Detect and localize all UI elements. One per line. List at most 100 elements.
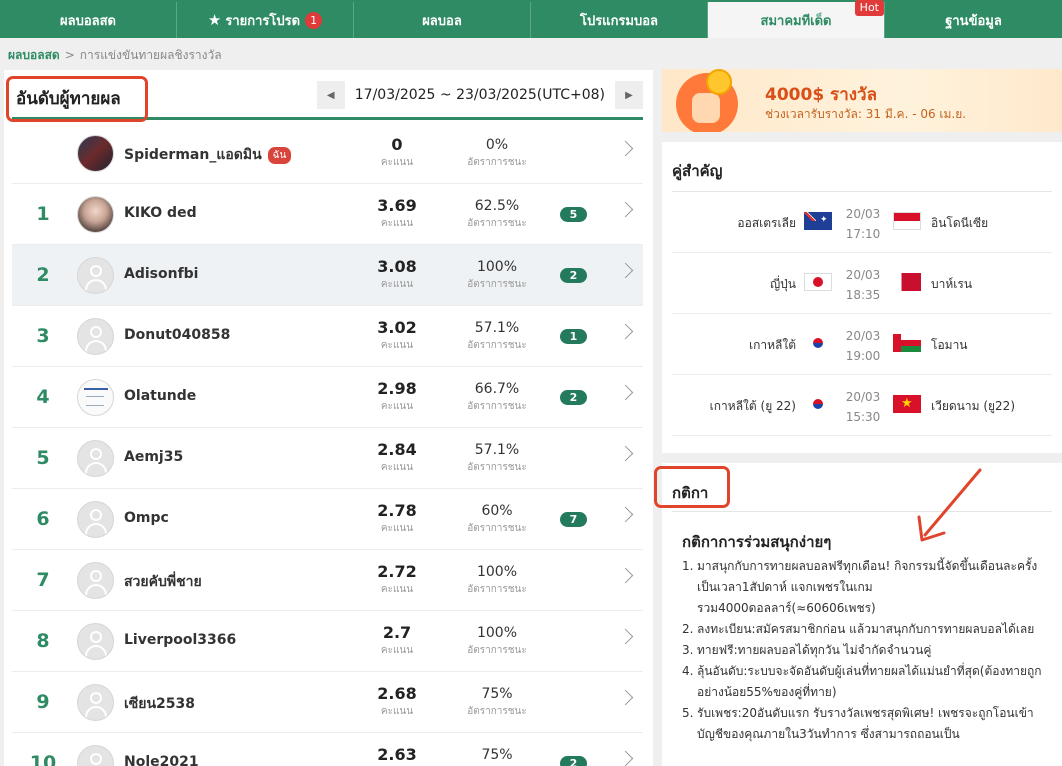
- leaderboard-row[interactable]: 9 เซียน2538 2.68 คะแนน 75% อัตราการชนะ: [12, 672, 643, 733]
- chevron-right-icon[interactable]: [617, 628, 634, 645]
- chevron-right-icon[interactable]: [617, 323, 634, 340]
- home-team: ญี่ปุ่น: [769, 277, 796, 291]
- rule-item: 5. รับเพชร:20อันดับแรก รับรางวัลเพชรสุดพิ…: [682, 703, 1054, 745]
- chevron-right-icon[interactable]: [617, 140, 634, 157]
- win-rate-value: 60%: [481, 503, 513, 519]
- prev-week-button[interactable]: ◀: [316, 81, 345, 109]
- win-rate-value: 62.5%: [474, 198, 520, 214]
- score-label: คะแนน: [380, 645, 414, 656]
- score-cell: 2.78 คะแนน: [362, 501, 432, 536]
- home-flag-icon: [804, 334, 832, 352]
- score-label: คะแนน: [380, 340, 414, 351]
- streak-badge: 2: [560, 756, 587, 766]
- leaderboard-row[interactable]: 1 KIKO ded 3.69 คะแนน 62.5% อัตราการชนะ 5: [12, 184, 643, 245]
- user-icon-body: [85, 706, 107, 720]
- streak-badge: 2: [560, 268, 587, 283]
- chevron-right-icon[interactable]: [617, 445, 634, 462]
- rule-text: ลุ้นอันดับ:ระบบจะจัดอันดับผู้เล่นที่ทายผ…: [697, 664, 1042, 699]
- next-week-button[interactable]: ▶: [615, 81, 643, 109]
- leaderboard-row[interactable]: 10 Nole2021 2.63คะแนน 75%อัตราการชนะ 2: [12, 733, 643, 766]
- tab-database[interactable]: ฐานข้อมูล: [885, 2, 1062, 38]
- rule-number: 3.: [682, 643, 694, 657]
- chevron-right-icon[interactable]: [617, 567, 634, 584]
- away-team: อินโดนีเซีย: [931, 216, 989, 230]
- rules-subtitle: กติกาการร่วมสนุกง่ายๆ: [682, 533, 832, 551]
- away-team: บาห์เรน: [931, 277, 973, 291]
- user-icon-body: [85, 279, 107, 293]
- rule-item: 2. ลงทะเบียน:สมัครสมาชิกก่อน แล้วมาสนุกกั…: [682, 619, 1054, 640]
- chevron-right-icon[interactable]: [617, 262, 634, 279]
- tab-live-scores[interactable]: ผลบอลสด: [0, 2, 177, 38]
- streak-badge: 5: [560, 207, 587, 222]
- tab-label: ฐานข้อมูล: [945, 13, 1002, 29]
- prize-banner[interactable]: 4000$ รางวัล ช่วงเวลารับรางวัล: 31 มี.ค.…: [662, 69, 1062, 132]
- rank-number: 1: [36, 203, 50, 225]
- username-text: Spiderman_แอดมิน: [124, 147, 262, 163]
- banner-title: 4000$ รางวัล: [765, 85, 878, 105]
- username-text: Liverpool3366: [124, 632, 237, 648]
- rank-number: 8: [36, 630, 50, 652]
- win-rate-label: อัตราการชนะ: [467, 706, 527, 717]
- leaderboard-row[interactable]: 7 สวยคับพี่ชาย 2.72 คะแนน 100% อัตราการชนะ: [12, 550, 643, 611]
- leaderboard-row[interactable]: Spiderman_แอดมิน ฉัน 0 คะแนน 0% อัตราการชนะ: [12, 123, 643, 184]
- rule-item: 3. ทายฟรี:ทายผลบอลได้ทุกวัน ไม่จำกัดจำนวน…: [682, 640, 1054, 661]
- leaderboard-row[interactable]: 4 Olatunde 2.98 คะแนน 66.7% อัตราการชนะ 2: [12, 367, 643, 428]
- score-cell: 2.68 คะแนน: [362, 684, 432, 719]
- coin-icon: [706, 69, 732, 95]
- breadcrumb-home-link[interactable]: ผลบอลสด: [8, 48, 60, 62]
- breadcrumb: ผลบอลสด > การแข่งขันทายผลชิงรางวัล: [8, 46, 222, 65]
- score-label: คะแนน: [380, 584, 414, 595]
- username-text: Ompc: [124, 510, 169, 526]
- rule-number: 4.: [682, 664, 694, 678]
- match-row[interactable]: ญี่ปุ่น 20/03 18:35 บาห์เรน: [672, 253, 1052, 314]
- tab-label: ผลบอล: [422, 13, 462, 29]
- match-row[interactable]: เกาหลีใต้ 20/03 19:00 โอมาน: [672, 314, 1052, 375]
- score-label: คะแนน: [380, 462, 414, 473]
- caret-left-icon: ◀: [326, 89, 335, 101]
- leaderboard-row[interactable]: 5 Aemj35 2.84 คะแนน 57.1% อัตราการชนะ: [12, 428, 643, 489]
- chevron-right-icon[interactable]: [617, 506, 634, 523]
- rule-item: 4. ลุ้นอันดับ:ระบบจะจัดอันดับผู้เล่นที่ทา…: [682, 661, 1054, 703]
- win-rate-cell: 62.5% อัตราการชนะ: [452, 198, 542, 231]
- win-rate-label: อัตราการชนะ: [467, 401, 527, 412]
- tab-tipsters[interactable]: สมาคมทีเด็ด Hot: [708, 0, 885, 38]
- match-row[interactable]: ออสเตรเลีย 20/03 17:10 อินโดนีเซีย: [672, 192, 1052, 253]
- breadcrumb-current: การแข่งขันทายผลชิงรางวัล: [79, 48, 222, 62]
- match-time: 19:00: [845, 349, 881, 363]
- leaderboard-row[interactable]: 3 Donut040858 3.02 คะแนน 57.1% อัตราการชนะ 1: [12, 306, 643, 367]
- star-icon: ★: [207, 11, 222, 29]
- username: Adisonfbi: [124, 266, 198, 282]
- chevron-right-icon[interactable]: [617, 384, 634, 401]
- match-datetime: 20/03 15:30: [838, 387, 888, 427]
- leaderboard-row[interactable]: 8 Liverpool3366 2.7 คะแนน 100% อัตราการชนะ: [12, 611, 643, 672]
- leaderboard-row[interactable]: 6 Ompc 2.78 คะแนน 60% อัตราการชนะ 7: [12, 489, 643, 550]
- tab-results[interactable]: ผลบอล: [354, 2, 531, 38]
- user-icon-head: [90, 570, 102, 582]
- tab-favorites[interactable]: ★ รายการโปรด 1: [177, 2, 354, 38]
- score-value: 2.68: [377, 684, 417, 703]
- win-rate-label: อัตราการชนะ: [467, 523, 527, 534]
- score-cell: 3.02 คะแนน: [362, 318, 432, 353]
- leaderboard-list: Spiderman_แอดมิน ฉัน 0 คะแนน 0% อัตราการชนะ 1 K…: [12, 123, 643, 766]
- chevron-right-icon[interactable]: [617, 689, 634, 706]
- match-row[interactable]: เกาหลีใต้ (ยู 22) 20/03 15:30 เวียดนาม (ยู2…: [672, 375, 1052, 436]
- key-matches-panel: คู่สำคัญ ออสเตรเลีย 20/03 17:10 อินโดนีเซีย…: [662, 142, 1062, 453]
- chevron-right-icon[interactable]: [617, 201, 634, 218]
- tab-fixtures[interactable]: โปรแกรมบอล: [531, 2, 708, 38]
- avatar: [77, 196, 114, 233]
- username-text: Nole2021: [124, 754, 199, 766]
- away-flag-icon: [893, 212, 921, 230]
- avatar: [77, 684, 114, 721]
- chevron-right-icon[interactable]: [617, 750, 634, 766]
- score-value: 2.98: [377, 379, 417, 398]
- leaderboard-row[interactable]: 2 Adisonfbi 3.08 คะแนน 100% อัตราการชนะ 2: [12, 245, 643, 306]
- username-text: Olatunde: [124, 388, 197, 404]
- match-date: 20/03: [845, 390, 881, 404]
- win-rate-value: 75%: [481, 747, 513, 763]
- tab-label: สมาคมทีเด็ด: [760, 13, 832, 29]
- rule-text: รับเพชร:20อันดับแรก รับรางวัลเพชรสุดพิเศ…: [697, 706, 1034, 741]
- win-rate-value: 75%: [481, 686, 513, 702]
- leaderboard-panel: อันดับผู้ทายผล ◀ 17/03/2025 ~ 23/03/2025…: [4, 70, 653, 766]
- rules-list: 1. มาสนุกกับการทายผลบอลฟรีทุกเดือน! กิจกร…: [682, 556, 1054, 745]
- date-navigator: ◀ 17/03/2025 ~ 23/03/2025(UTC+08) ▶: [316, 81, 643, 109]
